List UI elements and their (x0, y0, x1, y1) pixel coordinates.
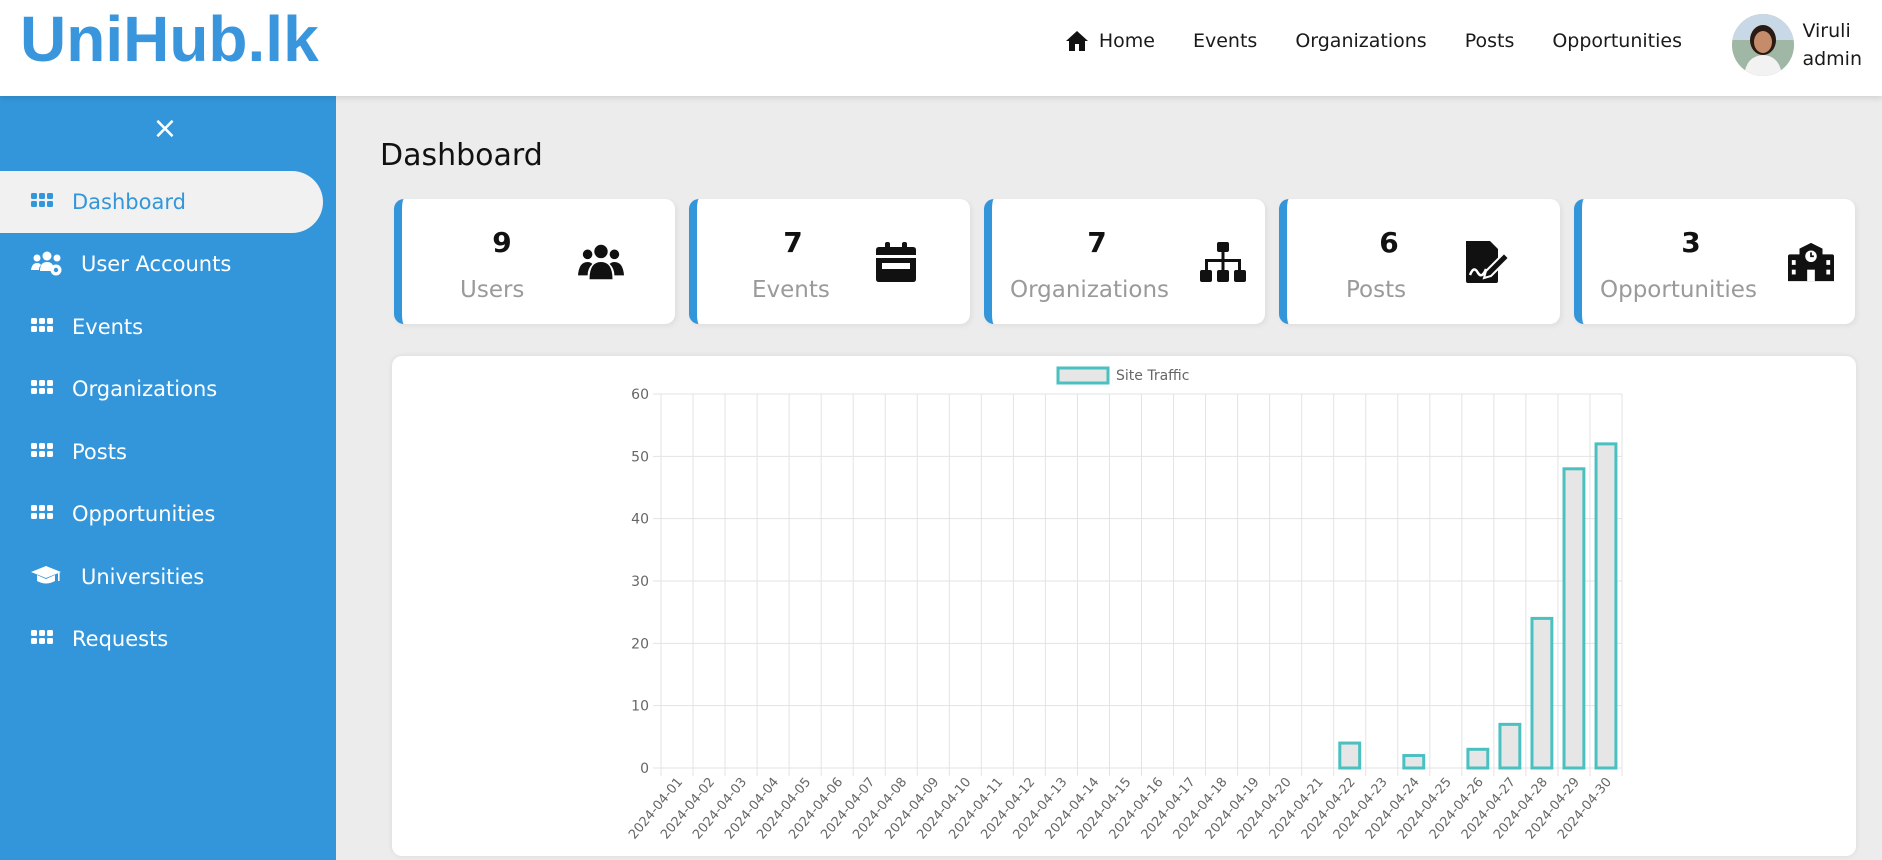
user-profile[interactable]: Viruli admin (1732, 14, 1862, 76)
grid-icon (31, 318, 53, 332)
grid-icon (31, 630, 53, 644)
nav-home-label: Home (1098, 30, 1155, 52)
sidebar-item-label: User Accounts (81, 252, 232, 276)
chart-bar[interactable] (1498, 722, 1522, 770)
grid-icon (31, 443, 53, 457)
main-nav: Home Events Organizations Posts Opportun… (1065, 30, 1682, 52)
stat-card-organizations[interactable]: 7 Organizations (984, 199, 1265, 324)
y-tick-label: 60 (631, 387, 649, 403)
close-sidebar-button[interactable]: × (150, 114, 180, 144)
chart-legend[interactable]: Site Traffic (1056, 366, 1189, 385)
sidebar-item-label: Posts (72, 440, 127, 464)
stat-card-posts[interactable]: 6 Posts (1279, 199, 1560, 324)
file-signature-icon (1466, 241, 1510, 283)
nav-posts-link[interactable]: Posts (1465, 30, 1515, 52)
profile-role: admin (1802, 48, 1862, 70)
chart-bar[interactable] (1402, 754, 1426, 770)
sidebar-item-label: Requests (72, 627, 169, 651)
profile-name: Viruli (1802, 20, 1851, 42)
site-traffic-chart-card: 0 10 20 30 40 50 60 2024-04-01 2024-04-02 2024-04… (392, 356, 1856, 856)
y-tick-label: 50 (631, 449, 649, 465)
calendar-icon (876, 242, 916, 282)
stat-label: Opportunities (1600, 277, 1757, 303)
school-icon (1788, 242, 1834, 282)
grid-icon (31, 193, 53, 207)
stat-card-users[interactable]: 9 Users (394, 199, 675, 324)
site-traffic-chart: 01020304050602024-04-012024-04-022024-04… (626, 366, 1623, 842)
nav-events-link[interactable]: Events (1193, 30, 1257, 52)
sidebar-item-requests[interactable]: Requests (0, 608, 323, 670)
nav-opportunities-link[interactable]: Opportunities (1552, 30, 1682, 52)
y-tick-label: 30 (631, 574, 649, 590)
sidebar-item-organizations[interactable]: Organizations (0, 358, 323, 420)
stat-card-events[interactable]: 7 Events (689, 199, 970, 324)
stat-card-opportunities[interactable]: 3 Opportunities (1574, 199, 1855, 324)
y-tick-label: 10 (631, 699, 649, 715)
avatar[interactable] (1732, 14, 1795, 76)
stat-value: 7 (1087, 226, 1107, 259)
top-navbar: UniHub.lk Home Events Organizations Post… (0, 0, 1882, 96)
y-tick-label: 0 (640, 761, 649, 777)
sidebar-item-user-accounts[interactable]: User Accounts (0, 233, 323, 295)
stat-label: Events (752, 277, 830, 303)
sitemap-icon (1200, 242, 1246, 282)
chart-bar[interactable] (1562, 467, 1586, 770)
sidebar-item-opportunities[interactable]: Opportunities (0, 483, 323, 545)
home-icon (1065, 31, 1088, 51)
stat-value: 6 (1379, 226, 1399, 259)
sidebar-item-label: Events (72, 315, 144, 339)
y-tick-label: 20 (631, 636, 649, 652)
stat-label: Organizations (1010, 277, 1170, 303)
users-gear-icon (31, 251, 62, 276)
stat-value: 7 (783, 226, 803, 259)
legend-label: Site Traffic (1116, 368, 1189, 384)
sidebar-item-dashboard[interactable]: Dashboard (0, 171, 323, 233)
grid-icon (31, 380, 53, 394)
graduation-cap-icon (31, 566, 61, 584)
nav-organizations-link[interactable]: Organizations (1295, 30, 1426, 52)
chart-bar[interactable] (1338, 741, 1362, 770)
sidebar: × Dashboard User Accounts Events Organiz… (0, 96, 336, 860)
y-tick-label: 40 (631, 512, 649, 528)
sidebar-item-universities[interactable]: Universities (0, 546, 323, 608)
chart-bar[interactable] (1466, 747, 1490, 770)
sidebar-item-label: Organizations (72, 377, 218, 401)
sidebar-item-label: Dashboard (72, 190, 186, 214)
page-title: Dashboard (380, 138, 543, 173)
chart-bar[interactable] (1530, 616, 1554, 770)
stat-label: Users (460, 277, 525, 303)
users-icon (578, 244, 624, 280)
sidebar-item-label: Universities (81, 565, 205, 589)
sidebar-item-label: Opportunities (72, 502, 216, 526)
stat-label: Posts (1346, 277, 1407, 303)
sidebar-item-events[interactable]: Events (0, 296, 323, 358)
stat-value: 9 (492, 226, 512, 259)
grid-icon (31, 505, 53, 519)
brand-logo[interactable]: UniHub.lk (20, 2, 319, 76)
sidebar-item-posts[interactable]: Posts (0, 421, 323, 483)
nav-home-link[interactable]: Home (1065, 30, 1155, 52)
chart-bar[interactable] (1594, 442, 1618, 770)
stat-value: 3 (1681, 226, 1701, 259)
